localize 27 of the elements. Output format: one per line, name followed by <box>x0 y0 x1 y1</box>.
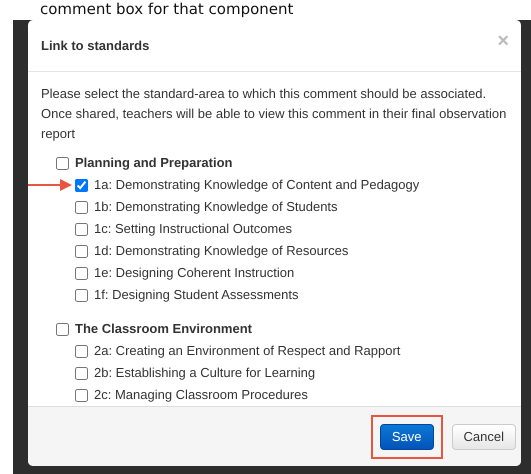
group-label: The Classroom Environment <box>75 320 252 338</box>
checkbox[interactable] <box>75 200 88 214</box>
standard-label: 1a: Demonstrating Knowledge of Content and Pedagogy <box>94 176 420 194</box>
checkbox[interactable] <box>75 388 88 402</box>
group-label: Planning and Preparation <box>75 154 232 172</box>
dialog-title: Link to standards <box>41 36 150 55</box>
standard-label: 2a: Creating an Environment of Respect and Rapport <box>94 342 400 360</box>
standard-label: 1f: Designing Student Assessments <box>94 286 299 304</box>
checkbox[interactable] <box>75 366 88 380</box>
checkbox[interactable] <box>56 156 69 170</box>
standard-label: 2c: Managing Classroom Procedures <box>94 386 308 404</box>
standard-label: 2b: Establishing a Culture for Learning <box>94 364 316 382</box>
standard-label: 1c: Setting Instructional Outcomes <box>94 220 292 238</box>
checkbox[interactable] <box>56 322 69 336</box>
standard-label: 1b: Demonstrating Knowledge of Students <box>94 198 338 216</box>
dialog-button[interactable]: Save <box>380 424 434 450</box>
checkbox[interactable] <box>75 178 88 192</box>
checkbox[interactable] <box>75 344 88 358</box>
instruction-text: Please select the standard-area to which this comment should be associated. Once shared, teachers will be able to view this comment in their final observation report <box>41 85 508 143</box>
page-heading: comment box for that component <box>39 0 294 20</box>
standard-label: 1d: Demonstrating Knowledge of Resources <box>94 242 348 260</box>
dialog-button[interactable]: Cancel <box>452 424 516 450</box>
checkbox[interactable] <box>75 244 88 258</box>
checkbox[interactable] <box>75 288 88 302</box>
checkbox[interactable] <box>75 266 88 280</box>
checkbox[interactable] <box>75 222 88 236</box>
standard-label: 1e: Designing Coherent Instruction <box>94 264 294 282</box>
